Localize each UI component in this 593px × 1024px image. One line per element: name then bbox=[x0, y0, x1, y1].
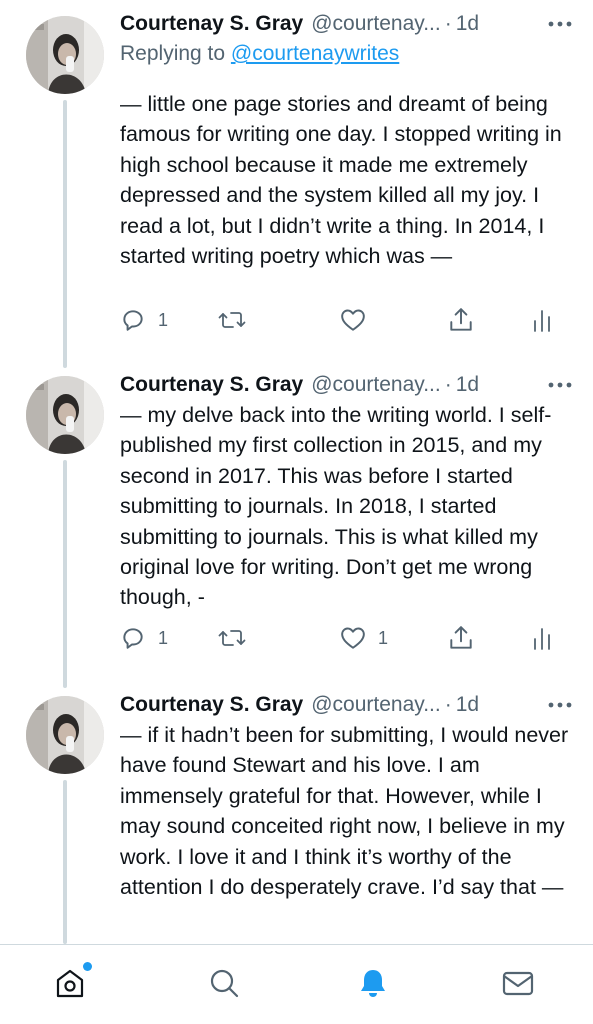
share-button[interactable] bbox=[448, 620, 474, 656]
retweet-button[interactable] bbox=[218, 620, 246, 656]
reply-count: 1 bbox=[158, 627, 169, 648]
more-horizontal-icon bbox=[548, 382, 572, 388]
reply-bubble-icon bbox=[123, 310, 143, 331]
like-button[interactable] bbox=[340, 302, 366, 338]
thread-line bbox=[63, 100, 67, 368]
mail-icon bbox=[502, 971, 534, 996]
heart-icon bbox=[341, 309, 365, 331]
separator-dot: · bbox=[444, 693, 452, 716]
reply-count: 1 bbox=[158, 309, 169, 330]
tweet-actions: 1 1 bbox=[120, 620, 560, 656]
share-icon bbox=[450, 626, 472, 649]
tab-messages[interactable] bbox=[498, 963, 538, 1003]
tweet-text: — my delve back into the writing world. … bbox=[120, 403, 552, 610]
more-horizontal-icon bbox=[548, 21, 572, 27]
avatar[interactable] bbox=[26, 376, 104, 454]
heart-icon bbox=[341, 627, 365, 649]
timestamp[interactable]: 1d bbox=[456, 693, 479, 717]
reply-handle-link[interactable]: @courtenaywrites bbox=[231, 42, 399, 65]
tab-home[interactable] bbox=[50, 962, 92, 1003]
separator-dot: · bbox=[444, 12, 452, 35]
analytics-button[interactable] bbox=[532, 620, 552, 656]
search-icon bbox=[210, 969, 239, 998]
retweet-icon bbox=[218, 630, 246, 646]
reply-button[interactable]: 1 bbox=[120, 302, 168, 338]
analytics-icon bbox=[534, 310, 550, 332]
notification-dot bbox=[83, 962, 92, 971]
more-options-button[interactable] bbox=[548, 9, 572, 39]
timestamp[interactable]: 1d bbox=[456, 12, 479, 36]
author-name[interactable]: Courtenay S. Gray bbox=[120, 373, 303, 397]
author-handle[interactable]: @courtenay... bbox=[311, 693, 441, 717]
author-name[interactable]: Courtenay S. Gray bbox=[120, 693, 303, 717]
avatar[interactable] bbox=[26, 16, 104, 94]
author-name[interactable]: Courtenay S. Gray bbox=[120, 12, 303, 36]
reply-bubble-icon bbox=[123, 628, 143, 649]
replying-to-label: Replying to bbox=[120, 42, 226, 65]
home-icon bbox=[56, 969, 84, 998]
analytics-icon bbox=[534, 628, 550, 650]
share-button[interactable] bbox=[448, 302, 474, 338]
like-button[interactable]: 1 bbox=[340, 620, 388, 656]
author-handle[interactable]: @courtenay... bbox=[311, 373, 441, 397]
author-handle[interactable]: @courtenay... bbox=[311, 12, 441, 36]
analytics-button[interactable] bbox=[532, 302, 552, 338]
more-options-button[interactable] bbox=[548, 370, 572, 400]
replying-to: Replying to @courtenaywrites bbox=[120, 39, 572, 69]
bottom-tab-bar bbox=[0, 944, 593, 1024]
tweet-actions: 1 bbox=[120, 302, 560, 338]
bell-icon bbox=[361, 970, 385, 997]
tweet-text: — little one page stories and dreamt of … bbox=[120, 92, 562, 269]
share-icon bbox=[450, 308, 472, 331]
thread-line bbox=[63, 460, 67, 688]
retweet-button[interactable] bbox=[218, 302, 246, 338]
timestamp[interactable]: 1d bbox=[456, 373, 479, 397]
avatar[interactable] bbox=[26, 696, 104, 774]
thread-line bbox=[63, 780, 67, 944]
reply-button[interactable]: 1 bbox=[120, 620, 168, 656]
tab-notifications[interactable] bbox=[353, 963, 393, 1003]
more-horizontal-icon bbox=[548, 702, 572, 708]
tab-search[interactable] bbox=[204, 963, 244, 1003]
more-options-button[interactable] bbox=[548, 690, 572, 720]
like-count: 1 bbox=[378, 627, 389, 648]
retweet-icon bbox=[218, 312, 246, 328]
separator-dot: · bbox=[444, 373, 452, 396]
tweet-text: — if it hadn’t been for submitting, I wo… bbox=[120, 723, 569, 900]
